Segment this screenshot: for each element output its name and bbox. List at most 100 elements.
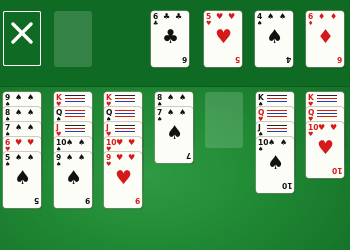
card-face-stripe — [115, 113, 135, 114]
card-pip-icon: ♠ — [15, 93, 23, 102]
card-pip-icon: ♠ — [267, 12, 275, 21]
card-face-stripe — [317, 98, 337, 99]
playing-card[interactable]: 9 ♥ ♥ ♥ ♥ 9 — [104, 152, 142, 208]
card-face-stripe — [317, 116, 337, 117]
card-center-suit-icon: ♣ — [162, 26, 180, 48]
card-face-stripe — [267, 113, 287, 114]
card-face-stripe — [65, 98, 85, 99]
card-face-stripe — [65, 110, 85, 111]
card-rank-bottom: 10 — [331, 166, 342, 175]
playing-card[interactable]: 9 ♠ ♠ ♠ ♠ 9 — [54, 152, 92, 208]
card-face-stripe — [267, 110, 287, 111]
card-suit-icon: ♣ — [153, 20, 159, 27]
card-face-stripe — [267, 128, 287, 129]
card-face-stripe — [115, 98, 135, 99]
card-face-stripe — [267, 98, 287, 99]
card-face-stripe — [267, 101, 287, 102]
foundation-card[interactable]: 5 ♥ ♥ ♥ ♥ 5 — [204, 11, 242, 67]
foundation-card[interactable]: 4 ♠ ♠ ♠ ♠ 4 — [255, 11, 293, 67]
card-pip-icon: ♣ — [175, 12, 183, 21]
playing-card[interactable]: 10 ♠ ♠ ♠ ♠ 10 — [256, 137, 294, 193]
card-pip-icon: ♠ — [179, 93, 187, 102]
card-face-stripe — [267, 125, 287, 126]
card-face-stripe — [115, 110, 135, 111]
card-suit-icon: ♥ — [206, 20, 212, 27]
card-rank-bottom: 9 — [84, 196, 90, 205]
card-rank-bottom: 10 — [281, 181, 292, 190]
card-pip-icon: ♦ — [318, 12, 326, 21]
card-center-suit-icon: ♠ — [266, 26, 284, 48]
card-suit-icon: ♠ — [56, 161, 62, 168]
card-rank-bottom: 5 — [33, 196, 39, 205]
card-face-stripe — [65, 95, 85, 96]
card-pip-icon: ♠ — [15, 108, 23, 117]
card-pip-icon: ♠ — [78, 138, 86, 147]
card-rank-bottom: 9 — [134, 196, 140, 205]
foundation-card[interactable]: 6 ♣ ♣ ♣ ♣ 6 — [151, 11, 189, 67]
card-suit-icon: ♠ — [5, 161, 11, 168]
card-pip-icon: ♠ — [15, 123, 23, 132]
card-suit-icon: ♥ — [308, 131, 314, 138]
card-pip-icon: ♣ — [163, 12, 171, 21]
card-face-stripe — [65, 128, 85, 129]
card-pip-icon: ♥ — [15, 138, 23, 147]
card-pip-icon: ♥ — [228, 12, 236, 21]
card-face-stripe — [317, 110, 337, 111]
card-pip-icon: ♠ — [78, 153, 86, 162]
card-face-stripe — [115, 116, 135, 117]
playing-card[interactable]: 7 ♠ ♠ ♠ ♠ 7 — [155, 107, 193, 163]
card-face-stripe — [317, 113, 337, 114]
card-rank-bottom: 4 — [285, 55, 291, 64]
card-pip-icon: ♠ — [27, 123, 35, 132]
card-face-stripe — [115, 131, 135, 132]
card-face-stripe — [65, 116, 85, 117]
card-face-stripe — [267, 131, 287, 132]
card-pip-icon: ♠ — [167, 93, 175, 102]
card-pip-icon: ♥ — [216, 12, 224, 21]
card-pip-icon: ♠ — [179, 108, 187, 117]
card-pip-icon: ♥ — [27, 138, 35, 147]
card-face-stripe — [317, 95, 337, 96]
card-face-stripe — [65, 101, 85, 102]
card-pip-icon: ♥ — [318, 123, 326, 132]
card-pip-icon: ♥ — [128, 138, 136, 147]
card-pip-icon: ♠ — [27, 153, 35, 162]
card-pip-icon: ♠ — [66, 153, 74, 162]
foundation-card[interactable]: 6 ♦ ♦ ♦ ♦ 6 — [306, 11, 344, 67]
playing-card[interactable]: 5 ♠ ♠ ♠ ♠ 5 — [3, 152, 41, 208]
card-suit-icon: ♠ — [258, 146, 264, 153]
card-pip-icon: ♥ — [330, 123, 338, 132]
free-cell-slot[interactable] — [54, 11, 92, 67]
card-pip-icon: ♠ — [167, 108, 175, 117]
card-pip-icon: ♠ — [27, 108, 35, 117]
card-rank-bottom: 6 — [336, 55, 342, 64]
card-pip-icon: ♠ — [27, 93, 35, 102]
card-face-stripe — [115, 125, 135, 126]
card-face-stripe — [115, 101, 135, 102]
card-face-stripe — [115, 128, 135, 129]
card-pip-icon: ♠ — [268, 138, 276, 147]
card-face-stripe — [267, 95, 287, 96]
playing-card[interactable]: 10 ♥ ♥ ♥ ♥ 10 — [306, 122, 344, 178]
card-face-stripe — [65, 131, 85, 132]
card-pip-icon: ♠ — [279, 12, 287, 21]
card-face-stripe — [267, 116, 287, 117]
card-center-suit-icon: ♥ — [317, 137, 335, 159]
card-center-suit-icon: ♠ — [14, 167, 32, 189]
card-face-stripe — [65, 125, 85, 126]
card-rank-bottom: 7 — [185, 151, 191, 160]
close-icon — [11, 22, 33, 44]
card-rank-bottom: 6 — [181, 55, 187, 64]
card-suit-icon: ♠ — [157, 116, 163, 123]
card-pip-icon: ♦ — [330, 12, 338, 21]
close-button[interactable] — [3, 11, 41, 66]
card-suit-icon: ♠ — [257, 20, 263, 27]
card-center-suit-icon: ♥ — [115, 167, 133, 189]
card-face-stripe — [65, 113, 85, 114]
empty-column-slot[interactable] — [205, 92, 243, 148]
card-center-suit-icon: ♠ — [166, 122, 184, 144]
card-pip-icon: ♥ — [116, 153, 124, 162]
card-suit-icon: ♦ — [308, 20, 314, 27]
card-pip-icon: ♥ — [116, 138, 124, 147]
card-pip-icon: ♠ — [15, 153, 23, 162]
